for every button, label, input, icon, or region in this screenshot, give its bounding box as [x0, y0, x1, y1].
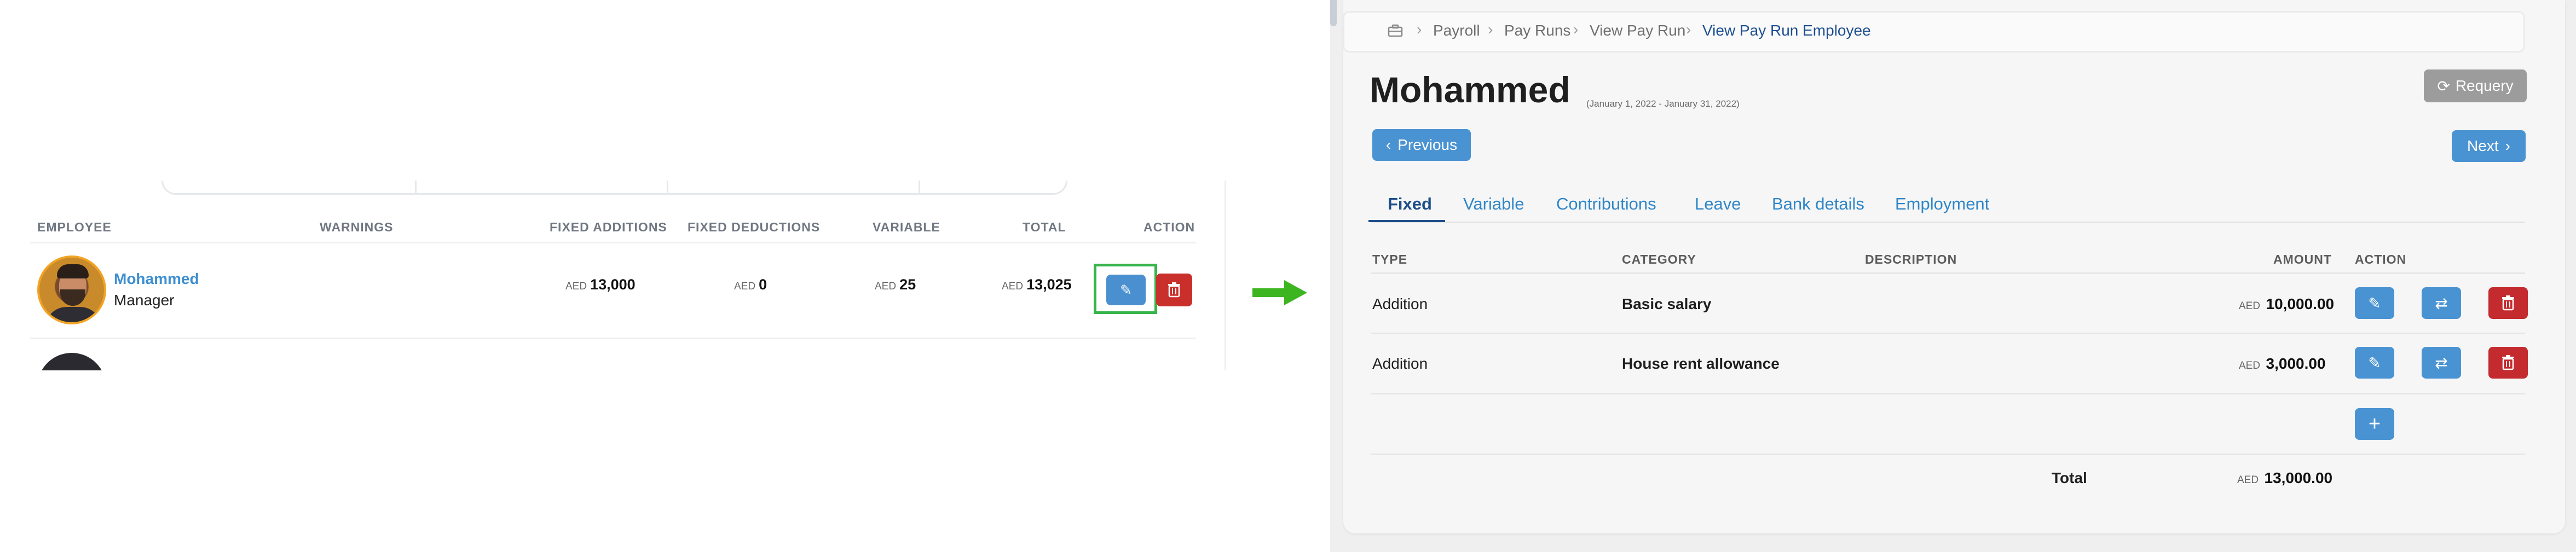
tab-contributions[interactable]: Contributions	[1556, 194, 1656, 214]
summary-divider	[919, 181, 920, 193]
edit-row-button[interactable]: ✎	[2355, 287, 2394, 319]
trash-icon	[2502, 355, 2514, 370]
col-action: ACTION	[1143, 220, 1195, 234]
summary-cards-strip	[161, 181, 1067, 195]
chevron-right-icon: ›	[1417, 21, 1422, 38]
row-type: Addition	[1372, 355, 1428, 372]
trash-icon	[2502, 295, 2514, 311]
total-value: AED 13,025	[1002, 276, 1072, 293]
fixed-additions-value: AED 13,000	[565, 276, 636, 293]
breadcrumb-payroll[interactable]: Payroll	[1433, 22, 1480, 39]
row-divider	[30, 338, 1196, 339]
total-amount: AED 13,000.00	[2237, 469, 2333, 486]
active-tab-indicator	[1368, 220, 1445, 222]
col-action: ACTION	[2355, 252, 2407, 266]
row-category: House rent allowance	[1622, 355, 1780, 372]
requery-button[interactable]: ⟳ Requery	[2424, 69, 2527, 102]
swap-arrows-icon: ⇄	[2435, 294, 2448, 312]
col-amount: AMOUNT	[2273, 252, 2332, 266]
briefcase-icon	[1388, 24, 1403, 37]
breadcrumb-view-pay-run[interactable]: View Pay Run	[1590, 22, 1685, 39]
viewport-clip	[0, 370, 1330, 552]
pay-run-employees-panel: EMPLOYEE WARNINGS FIXED ADDITIONS FIXED …	[0, 0, 1330, 552]
col-description: DESCRIPTION	[1865, 252, 1957, 266]
scrollbar-thumb[interactable]	[1330, 0, 1337, 26]
row-divider	[1371, 333, 2525, 334]
transition-arrow-icon	[1252, 280, 1307, 305]
col-fixed-additions: FIXED ADDITIONS	[550, 220, 667, 234]
move-row-button[interactable]: ⇄	[2422, 347, 2461, 379]
col-total: TOTAL	[1023, 220, 1066, 234]
pencil-icon: ✎	[1120, 281, 1132, 298]
chevron-right-icon: ›	[1573, 21, 1579, 38]
employee-name-link[interactable]: Mohammed	[114, 270, 199, 288]
pencil-icon: ✎	[2368, 294, 2381, 312]
row-type: Addition	[1372, 295, 1428, 312]
row-amount: AED 10,000.00	[2239, 295, 2335, 312]
chevron-left-icon: ‹	[1385, 136, 1391, 153]
swap-arrows-icon: ⇄	[2435, 354, 2448, 371]
add-row-button[interactable]: +	[2355, 408, 2394, 440]
col-warnings: WARNINGS	[320, 220, 394, 234]
delete-row-button[interactable]	[2488, 347, 2528, 379]
row-divider	[1371, 393, 2525, 394]
total-label: Total	[2052, 469, 2087, 486]
pay-period: (January 1, 2022 - January 31, 2022)	[1586, 98, 1740, 109]
trash-icon	[1168, 282, 1180, 298]
employee-avatar	[37, 255, 106, 324]
previous-button[interactable]: ‹ Previous	[1372, 129, 1471, 161]
header-divider	[1371, 272, 2525, 274]
pencil-icon: ✎	[2368, 354, 2381, 371]
col-category: CATEGORY	[1622, 252, 1696, 266]
breadcrumb-current: View Pay Run Employee	[1702, 22, 1871, 39]
row-divider	[30, 242, 1196, 243]
refresh-icon: ⟳	[2437, 77, 2450, 95]
tab-fixed[interactable]: Fixed	[1388, 194, 1432, 214]
tab-leave[interactable]: Leave	[1695, 194, 1741, 214]
employee-role: Manager	[114, 292, 175, 309]
col-type: TYPE	[1372, 252, 1408, 266]
summary-divider	[667, 181, 668, 193]
page-title: Mohammed	[1370, 69, 1570, 110]
col-variable: VARIABLE	[873, 220, 940, 234]
edit-employee-button[interactable]: ✎	[1106, 275, 1146, 305]
move-row-button[interactable]: ⇄	[2422, 287, 2461, 319]
plus-icon: +	[2368, 412, 2381, 435]
tabs-divider	[1371, 222, 2525, 223]
chevron-right-icon: ›	[2505, 137, 2510, 154]
row-amount: AED 3,000.00	[2239, 355, 2326, 372]
tab-bank-details[interactable]: Bank details	[1772, 194, 1864, 214]
row-category: Basic salary	[1622, 295, 1712, 312]
breadcrumb-pay-runs[interactable]: Pay Runs	[1504, 22, 1570, 39]
delete-employee-button[interactable]	[1156, 274, 1192, 306]
fixed-deductions-value: AED 0	[734, 276, 767, 293]
next-button[interactable]: Next ›	[2452, 130, 2526, 162]
summary-divider	[415, 181, 417, 193]
chevron-right-icon: ›	[1686, 21, 1691, 38]
variable-value: AED 25	[875, 276, 916, 293]
col-employee: EMPLOYEE	[37, 220, 112, 234]
tab-employment[interactable]: Employment	[1895, 194, 1989, 214]
row-divider	[1371, 454, 2525, 455]
chevron-right-icon: ›	[1488, 21, 1493, 38]
col-fixed-deductions: FIXED DEDUCTIONS	[688, 220, 821, 234]
delete-row-button[interactable]	[2488, 287, 2528, 319]
edit-row-button[interactable]: ✎	[2355, 347, 2394, 379]
tab-variable[interactable]: Variable	[1463, 194, 1524, 214]
